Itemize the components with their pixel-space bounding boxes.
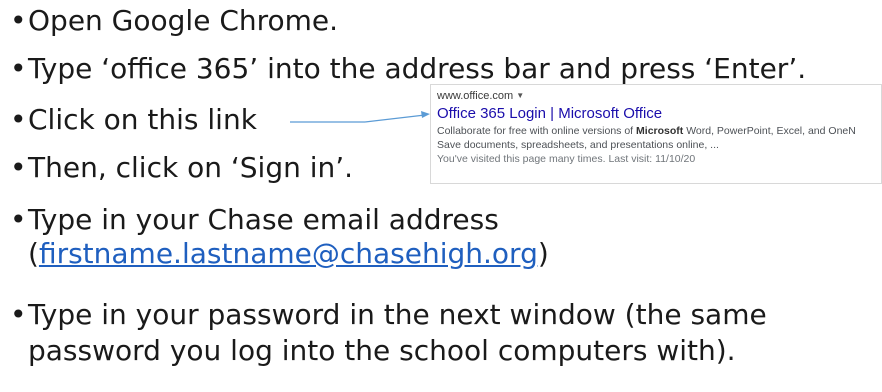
result-url-text: www.office.com <box>437 90 514 102</box>
pointer-arrow <box>290 111 430 123</box>
result-description-line2: Save documents, spreadsheets, and presen… <box>437 139 719 151</box>
search-result-card: www.office.com ▼ Office 365 Login | Micr… <box>430 84 882 184</box>
result-visited-info: You've visited this page many times. Las… <box>437 153 696 165</box>
chevron-down-icon[interactable]: ▼ <box>516 91 524 100</box>
result-title-link[interactable]: Office 365 Login | Microsoft Office <box>437 104 881 124</box>
result-url: www.office.com ▼ <box>437 89 881 103</box>
result-description-line1: Collaborate for free with online version… <box>437 125 856 137</box>
